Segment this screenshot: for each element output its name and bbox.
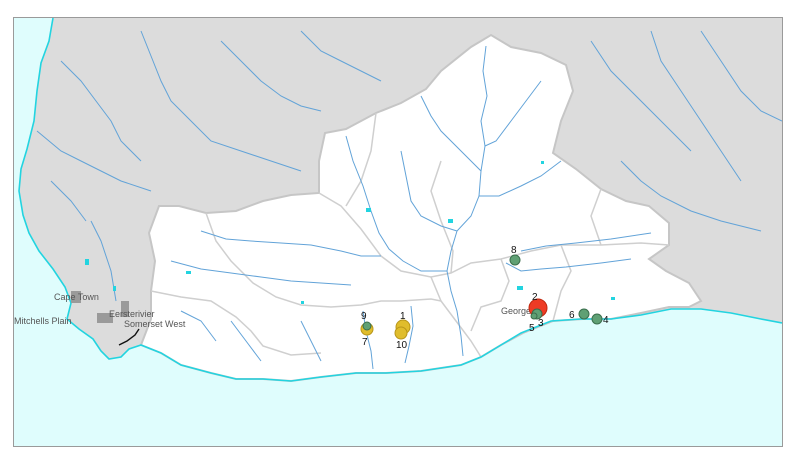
site-label-7: 7 xyxy=(362,337,368,348)
site-label-8: 8 xyxy=(511,245,517,256)
site-label-3: 3 xyxy=(538,318,544,329)
city-label-somerset-west: Somerset West xyxy=(124,319,186,329)
site-marker-9[interactable] xyxy=(362,321,372,331)
site-label-10: 10 xyxy=(396,340,408,351)
site-label-9: 9 xyxy=(361,311,367,322)
site-marker-6[interactable] xyxy=(578,308,590,320)
city-label-eersterivier: Eersterivier xyxy=(109,309,155,319)
site-marker-10[interactable] xyxy=(394,326,408,340)
map-canvas[interactable]: Cape Town Mitchells Plain Eersterivier S… xyxy=(14,18,782,446)
site-marker-8[interactable] xyxy=(509,254,521,266)
map-frame[interactable]: Cape Town Mitchells Plain Eersterivier S… xyxy=(13,17,783,447)
city-label-mitchells-plain: Mitchells Plain xyxy=(14,316,72,326)
site-marker-4[interactable] xyxy=(591,313,603,325)
site-label-4: 4 xyxy=(603,315,609,326)
site-label-6: 6 xyxy=(569,310,575,321)
city-label-cape-town: Cape Town xyxy=(54,292,99,302)
city-label-george: George xyxy=(501,306,531,316)
site-label-2: 2 xyxy=(532,292,538,303)
site-label-1: 1 xyxy=(400,311,406,322)
site-marker-5[interactable] xyxy=(530,312,538,320)
site-label-5: 5 xyxy=(529,323,535,334)
